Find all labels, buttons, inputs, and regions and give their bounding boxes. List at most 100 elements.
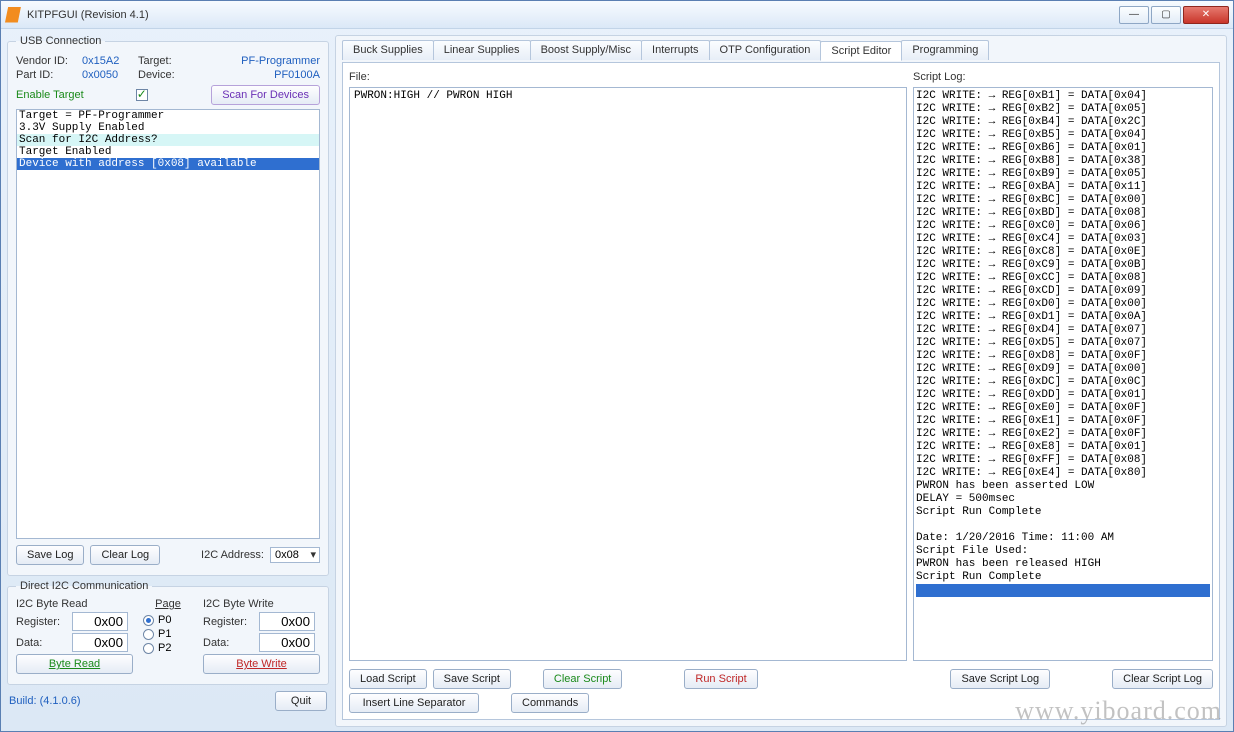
write-data-label: Data:	[203, 637, 253, 649]
close-button[interactable]: ✕	[1183, 6, 1229, 24]
read-data-label: Data:	[16, 637, 66, 649]
minimize-button[interactable]: —	[1119, 6, 1149, 24]
clear-script-button[interactable]: Clear Script	[543, 669, 622, 689]
script-log-line: I2C WRITE: → REG[0xD1] = DATA[0x0A]	[916, 311, 1210, 324]
script-log-label: Script Log:	[913, 71, 1213, 83]
i2c-write-legend: I2C Byte Write	[203, 598, 320, 610]
byte-read-button[interactable]: Byte Read	[16, 654, 133, 674]
script-log-line: I2C WRITE: → REG[0xCC] = DATA[0x08]	[916, 272, 1210, 285]
write-register-input[interactable]	[259, 612, 315, 631]
script-log-line: I2C WRITE: → REG[0xB1] = DATA[0x04]	[916, 90, 1210, 103]
script-log-line: I2C WRITE: → REG[0xD0] = DATA[0x00]	[916, 298, 1210, 311]
script-log-line: I2C WRITE: → REG[0xB9] = DATA[0x05]	[916, 168, 1210, 181]
script-log-line: I2C WRITE: → REG[0xE1] = DATA[0x0F]	[916, 415, 1210, 428]
script-log-line: I2C WRITE: → REG[0xE0] = DATA[0x0F]	[916, 402, 1210, 415]
maximize-button[interactable]: ▢	[1151, 6, 1181, 24]
commands-button[interactable]: Commands	[511, 693, 589, 713]
file-label: File:	[349, 71, 907, 83]
vendor-id-value: 0x15A2	[82, 55, 132, 67]
script-log-line: I2C WRITE: → REG[0xBD] = DATA[0x08]	[916, 207, 1210, 220]
vendor-id-label: Vendor ID:	[16, 55, 76, 67]
connection-log-line[interactable]: Target = PF-Programmer	[17, 110, 319, 122]
load-script-button[interactable]: Load Script	[349, 669, 427, 689]
save-script-log-button[interactable]: Save Script Log	[950, 669, 1050, 689]
tab-interrupts[interactable]: Interrupts	[641, 40, 709, 60]
connection-log-line[interactable]: 3.3V Supply Enabled	[17, 122, 319, 134]
write-register-label: Register:	[203, 616, 253, 628]
tab-boost-supply-misc[interactable]: Boost Supply/Misc	[530, 40, 642, 60]
page-p1-label: P1	[158, 628, 171, 640]
main-tabs-panel: Buck SuppliesLinear SuppliesBoost Supply…	[335, 35, 1227, 727]
page-p0-label: P0	[158, 614, 171, 626]
quit-button[interactable]: Quit	[275, 691, 327, 711]
clear-log-button[interactable]: Clear Log	[90, 545, 160, 565]
app-window: KITPFGUI (Revision 4.1) — ▢ ✕ USB Connec…	[0, 0, 1234, 732]
script-log-line: I2C WRITE: → REG[0xB6] = DATA[0x01]	[916, 142, 1210, 155]
i2c-read-legend: I2C Byte Read	[16, 598, 133, 610]
script-log-line: I2C WRITE: → REG[0xDC] = DATA[0x0C]	[916, 376, 1210, 389]
direct-i2c-group: Direct I2C Communication I2C Byte Read R…	[7, 580, 329, 685]
save-log-button[interactable]: Save Log	[16, 545, 84, 565]
script-log-line: I2C WRITE: → REG[0xB8] = DATA[0x38]	[916, 155, 1210, 168]
clear-script-log-button[interactable]: Clear Script Log	[1112, 669, 1213, 689]
script-log-line: I2C WRITE: → REG[0xBC] = DATA[0x00]	[916, 194, 1210, 207]
script-log-line: Script File Used:	[916, 545, 1210, 558]
tab-buck-supplies[interactable]: Buck Supplies	[342, 40, 434, 60]
save-script-button[interactable]: Save Script	[433, 669, 511, 689]
write-data-input[interactable]	[259, 633, 315, 652]
page-label: Page	[143, 598, 193, 610]
script-log-line: I2C WRITE: → REG[0xB2] = DATA[0x05]	[916, 103, 1210, 116]
connection-log-line[interactable]: Device with address [0x08] available	[17, 158, 319, 170]
device-value: PF0100A	[190, 69, 320, 81]
i2c-address-label: I2C Address:	[201, 549, 264, 561]
tab-otp-configuration[interactable]: OTP Configuration	[709, 40, 822, 60]
build-label: Build: (4.1.0.6)	[9, 695, 81, 707]
script-log-line: I2C WRITE: → REG[0xD4] = DATA[0x07]	[916, 324, 1210, 337]
script-log-line: I2C WRITE: → REG[0xE2] = DATA[0x0F]	[916, 428, 1210, 441]
tabstrip: Buck SuppliesLinear SuppliesBoost Supply…	[342, 40, 1220, 60]
script-editor-textarea[interactable]: PWRON:HIGH // PWRON HIGH	[349, 87, 907, 661]
script-log-line: I2C WRITE: → REG[0xC8] = DATA[0x0E]	[916, 246, 1210, 259]
tab-linear-supplies[interactable]: Linear Supplies	[433, 40, 531, 60]
i2c-address-combo[interactable]: 0x08	[270, 547, 320, 563]
byte-write-button[interactable]: Byte Write	[203, 654, 320, 674]
enable-target-label: Enable Target	[16, 89, 84, 101]
script-log-line: PWRON has been asserted LOW	[916, 480, 1210, 493]
connection-log-line[interactable]: Scan for I2C Address?	[17, 134, 319, 146]
tab-script-editor[interactable]: Script Editor	[820, 41, 902, 61]
script-log-line: I2C WRITE: → REG[0xC9] = DATA[0x0B]	[916, 259, 1210, 272]
read-data-input[interactable]	[72, 633, 128, 652]
window-title: KITPFGUI (Revision 4.1)	[27, 9, 149, 21]
i2c-legend: Direct I2C Communication	[16, 580, 152, 592]
script-log[interactable]: I2C WRITE: → REG[0xB1] = DATA[0x04]I2C W…	[913, 87, 1213, 661]
titlebar: KITPFGUI (Revision 4.1) — ▢ ✕	[1, 1, 1233, 29]
read-register-input[interactable]	[72, 612, 128, 631]
connection-log[interactable]: Target = PF-Programmer3.3V Supply Enable…	[16, 109, 320, 539]
connection-log-line[interactable]: Target Enabled	[17, 146, 319, 158]
script-log-line: I2C WRITE: → REG[0xBA] = DATA[0x11]	[916, 181, 1210, 194]
enable-target-checkbox[interactable]	[136, 89, 148, 101]
script-log-line: I2C WRITE: → REG[0xD5] = DATA[0x07]	[916, 337, 1210, 350]
device-label: Device:	[138, 69, 184, 81]
script-log-selection	[916, 584, 1210, 597]
app-icon	[5, 7, 21, 23]
run-script-button[interactable]: Run Script	[684, 669, 757, 689]
tab-programming[interactable]: Programming	[901, 40, 989, 60]
insert-separator-button[interactable]: Insert Line Separator	[349, 693, 479, 713]
script-log-line: I2C WRITE: → REG[0xB4] = DATA[0x2C]	[916, 116, 1210, 129]
script-log-line: Date: 1/20/2016 Time: 11:00 AM	[916, 532, 1210, 545]
script-log-line: DELAY = 500msec	[916, 493, 1210, 506]
page-p1-radio[interactable]	[143, 629, 154, 640]
part-id-label: Part ID:	[16, 69, 76, 81]
script-log-line	[916, 519, 1210, 532]
script-log-line: Script Run Complete	[916, 506, 1210, 519]
usb-legend: USB Connection	[16, 35, 105, 47]
script-log-line: I2C WRITE: → REG[0xCD] = DATA[0x09]	[916, 285, 1210, 298]
script-log-line: PWRON has been released HIGH	[916, 558, 1210, 571]
page-p0-radio[interactable]	[143, 615, 154, 626]
page-p2-radio[interactable]	[143, 643, 154, 654]
usb-connection-group: USB Connection Vendor ID: 0x15A2 Target:…	[7, 35, 329, 576]
scan-devices-button[interactable]: Scan For Devices	[211, 85, 320, 105]
target-value: PF-Programmer	[190, 55, 320, 67]
script-log-line: I2C WRITE: → REG[0xDD] = DATA[0x01]	[916, 389, 1210, 402]
